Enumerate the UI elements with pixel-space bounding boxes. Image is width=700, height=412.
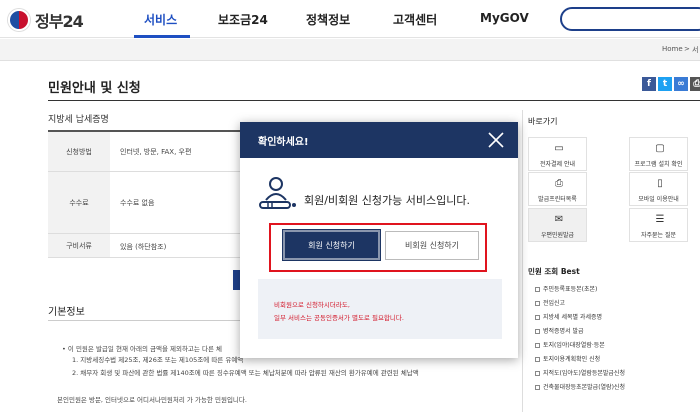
basic-info-line: 1. 지방세징수법 제25조, 제26조 또는 제105조에 따른 유예액 xyxy=(72,356,244,364)
page-title: 민원안내 및 신청 xyxy=(48,81,141,96)
best-item[interactable]: 토지이용계획확인 신청 xyxy=(535,354,600,363)
table-label: 수수료 xyxy=(48,172,110,233)
quick-link-printers[interactable]: ⎙ 발급프린터목록 xyxy=(528,172,587,206)
notice-line: 비회원으로 신청하시더라도, xyxy=(274,301,350,309)
bullet-box-icon xyxy=(535,315,540,320)
table-value: 인터넷, 방문, FAX, 우편 xyxy=(120,148,192,156)
user-key-icon xyxy=(259,177,296,209)
printer-icon: ⎙ xyxy=(555,178,563,189)
bullet-box-icon xyxy=(535,287,540,292)
quick-link-payment[interactable]: ▭ 전자결제 안내 xyxy=(528,137,587,171)
site-logo[interactable]: 정부24 xyxy=(8,8,84,32)
quick-link-label: 자주묻는 질문 xyxy=(640,232,677,239)
best-item[interactable]: 지방세 세목별 과세증명 xyxy=(535,312,602,321)
best-item[interactable]: 전입신고 xyxy=(535,298,565,307)
nav-policy[interactable]: 정책정보 xyxy=(306,11,350,28)
title-divider xyxy=(48,100,700,101)
breadcrumb-separator: > xyxy=(684,45,690,53)
table-label: 신청방법 xyxy=(48,132,110,171)
bullet-box-icon xyxy=(535,385,540,390)
dialog-message: 회원/비회원 신청가능 서비스입니다. xyxy=(304,194,470,207)
search-input[interactable] xyxy=(560,7,700,31)
quick-link-label: 모바일 이용안내 xyxy=(638,196,679,203)
best-item[interactable]: 주민등록표등본(초본) xyxy=(535,284,597,293)
quick-link-label: 프로그램 설치 확인 xyxy=(634,161,683,168)
basic-info-line: 2. 채무자 회생 및 파산에 관한 법률 제140조에 따른 징수유예액 또는… xyxy=(72,369,419,377)
nav-support[interactable]: 고객센터 xyxy=(393,11,437,28)
member-apply-button[interactable]: 회원 신청하기 xyxy=(282,229,381,261)
bullet-box-icon xyxy=(535,301,540,306)
quick-links-title: 바로가기 xyxy=(528,117,558,126)
active-nav-indicator xyxy=(134,35,190,38)
card-icon: ▭ xyxy=(554,143,564,154)
table-value: 수수료 없음 xyxy=(120,199,155,207)
table-value: 있음 (하단참조) xyxy=(120,243,167,251)
basic-info-title: 기본정보 xyxy=(48,307,85,318)
close-icon[interactable] xyxy=(486,130,506,150)
bullet-box-icon xyxy=(535,343,540,348)
dialog-notice: 비회원으로 신청하시더라도, 일부 서비스는 공동인증서가 별도로 필요합니다. xyxy=(258,279,502,339)
quick-link-label: 발급프린터목록 xyxy=(538,196,577,203)
quick-link-mobile[interactable]: ▯ 모바일 이용안내 xyxy=(629,172,688,206)
table-label: 구비서류 xyxy=(48,234,110,257)
best-item[interactable]: 건축물대장등초본발급(열람)신청 xyxy=(535,382,625,391)
dialog-header: 확인하세요! xyxy=(240,122,518,158)
dialog-title: 확인하세요! xyxy=(258,137,309,148)
twitter-icon[interactable]: t xyxy=(658,77,672,91)
share-buttons: f t ∞ ⎙ xyxy=(642,77,700,91)
confirm-dialog: 확인하세요! 회원/비회원 신청가능 서비스입니다. 회원 신청하기 비회원 신… xyxy=(240,122,518,358)
best-item[interactable]: 지적도(임야도)열람등본발급신청 xyxy=(535,368,625,377)
basic-info-line: 본인민원은 방문, 인터넷으로 어디서나민원처리 가 가능한 민원입니다. xyxy=(57,396,247,404)
quick-link-label: 우편민원발급 xyxy=(540,232,575,239)
link-icon[interactable]: ∞ xyxy=(674,77,688,91)
bullet-box-icon xyxy=(535,371,540,376)
best-item[interactable]: 토지(임야)대장열람·등본 xyxy=(535,340,605,349)
breadcrumb-home[interactable]: Home xyxy=(662,45,683,53)
basic-info-line: • 이 민원은 발급일 현재 아래의 금액을 제외하고는 다른 체 xyxy=(62,345,222,353)
chat-icon: ☰ xyxy=(655,214,665,225)
section-title: 지방세 납세증명 xyxy=(48,115,109,125)
best-services-title: 민원 조회 Best xyxy=(528,267,580,276)
taegeuk-logo-icon xyxy=(8,9,30,31)
best-item[interactable]: 병적증명서 발급 xyxy=(535,326,584,335)
quick-link-mail[interactable]: ✉ 우편민원발급 xyxy=(528,208,587,242)
print-icon[interactable]: ⎙ xyxy=(690,77,700,91)
mobile-icon: ▯ xyxy=(657,178,663,189)
breadcrumb-next[interactable]: 서 xyxy=(692,45,698,55)
quick-link-label: 전자결제 안내 xyxy=(539,161,576,168)
bullet-box-icon xyxy=(535,329,540,334)
nav-subsidy[interactable]: 보조금24 xyxy=(218,11,268,28)
logo-text: 정부24 xyxy=(35,12,84,31)
nonmember-apply-button[interactable]: 비회원 신청하기 xyxy=(385,231,479,260)
breadcrumb: Home > 서 xyxy=(0,39,700,61)
facebook-icon[interactable]: f xyxy=(642,77,656,91)
notice-line: 일부 서비스는 공동인증서가 별도로 필요합니다. xyxy=(274,314,404,322)
monitor-icon: ▢ xyxy=(655,143,665,154)
site-header: 정부24 서비스 보조금24 정책정보 고객센터 MyGOV xyxy=(0,0,700,38)
mail-icon: ✉ xyxy=(554,214,564,225)
nav-services[interactable]: 서비스 xyxy=(144,11,177,28)
nav-mygov[interactable]: MyGOV xyxy=(480,11,529,25)
quick-link-program[interactable]: ▢ 프로그램 설치 확인 xyxy=(629,137,688,171)
quick-link-faq[interactable]: ☰ 자주묻는 질문 xyxy=(629,208,688,242)
bullet-box-icon xyxy=(535,357,540,362)
